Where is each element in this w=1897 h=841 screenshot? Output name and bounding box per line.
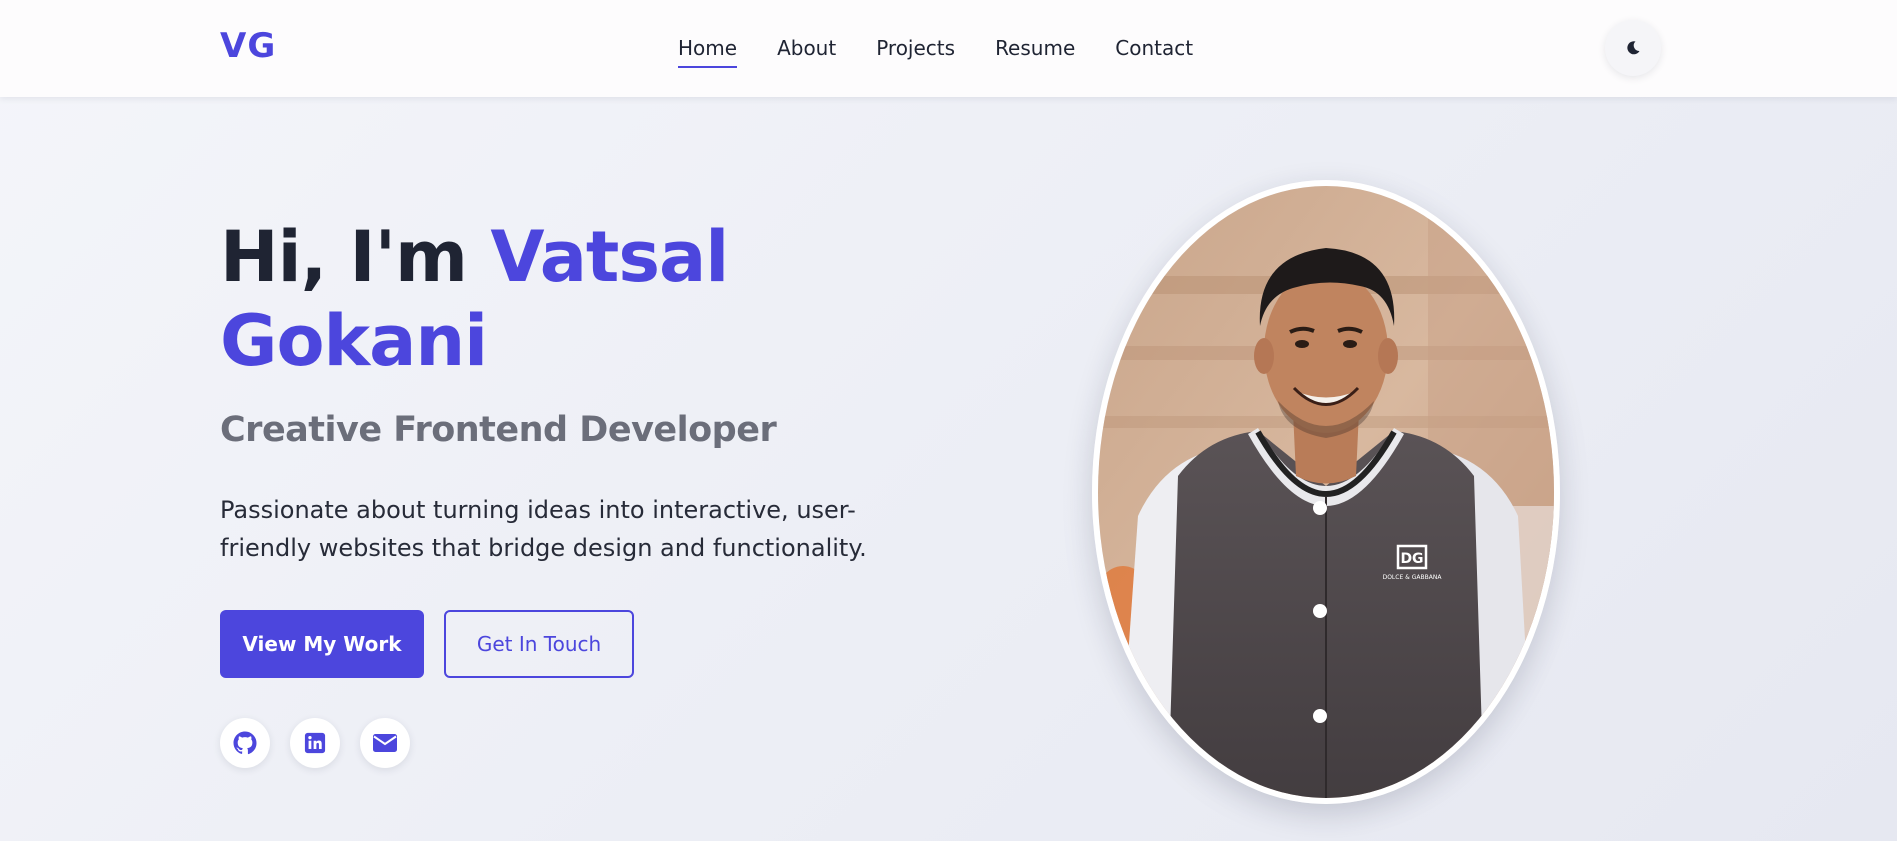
portrait-image: DG DOLCE & GABBANA — [1098, 186, 1554, 798]
nav-item-resume[interactable]: Resume — [995, 36, 1075, 68]
nav-item-home[interactable]: Home — [678, 36, 738, 68]
main-nav: Home About Projects Resume Contact — [678, 36, 1193, 68]
social-links — [220, 718, 410, 768]
email-link[interactable] — [360, 718, 410, 768]
email-icon — [373, 734, 397, 752]
github-icon — [233, 731, 257, 755]
profile-photo: DG DOLCE & GABBANA — [1092, 180, 1560, 804]
linkedin-link[interactable] — [290, 718, 340, 768]
hero-title: Hi, I'm Vatsal Gokani — [220, 215, 920, 383]
hero-name-last: Gokani — [220, 300, 488, 382]
moon-icon — [1627, 41, 1640, 55]
logo[interactable]: VG — [220, 26, 276, 66]
hero-description: Passionate about turning ideas into inte… — [220, 496, 867, 562]
chest-logo-text: DOLCE & GABBANA — [1383, 574, 1443, 581]
nav-item-contact[interactable]: Contact — [1115, 36, 1193, 68]
hero-greeting: Hi, I'm — [220, 216, 468, 298]
nav-item-projects[interactable]: Projects — [876, 36, 955, 68]
github-link[interactable] — [220, 718, 270, 768]
hero-name-first: Vatsal — [490, 216, 729, 298]
linkedin-icon — [304, 732, 326, 754]
svg-text:DG: DG — [1400, 551, 1423, 567]
hero-subtitle: Creative Frontend Developer — [220, 410, 777, 450]
nav-item-about[interactable]: About — [777, 36, 836, 68]
view-my-work-button[interactable]: View My Work — [220, 610, 424, 678]
theme-toggle-button[interactable] — [1605, 20, 1661, 76]
site-header: VG Home About Projects Resume Contact — [0, 0, 1897, 97]
get-in-touch-button[interactable]: Get In Touch — [444, 610, 634, 678]
